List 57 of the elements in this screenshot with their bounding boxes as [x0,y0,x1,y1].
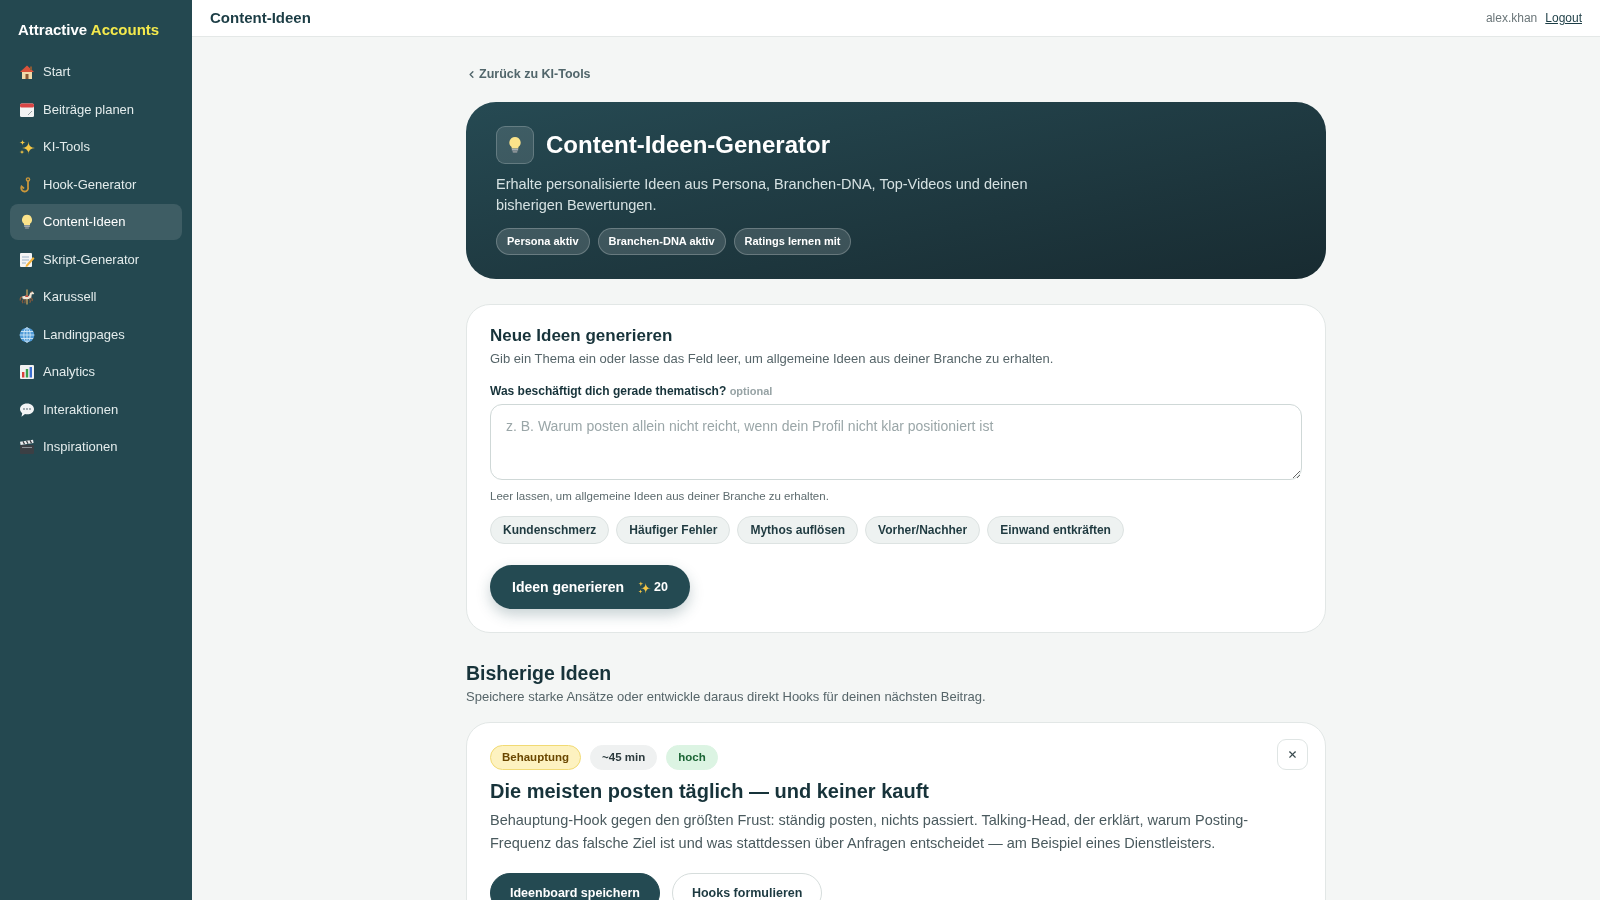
suggestion-chip[interactable]: Einwand entkräften [987,516,1124,544]
idea-action-button[interactable]: Ideenboard speichern [490,873,660,900]
section-heading: Neue Ideen generieren [490,326,674,346]
section-heading: Bisherige Ideen [466,661,613,685]
status-tag: Branchen-DNA aktiv [597,228,726,255]
idea-description: Behauptung-Hook gegen den größten Frust: ständig posten, nichts passiert. Talking-Head, der erklärt, warum Posting-Frequenz das falsche Ziel ist und was stattdessen über Anfragen entscheidet — am Beispiel eines Dienstleisters. [490,811,1250,853]
sidebar-item[interactable]: Content-Ideen [10,204,182,240]
status-tag: Persona aktiv [496,228,590,255]
idea-badge: ~45 min [590,745,658,770]
app-logo: Attractive Accounts [17,20,161,40]
bar-chart-icon [19,364,35,380]
suggestion-chip[interactable]: Mythos auflösen [737,516,859,544]
sidebar-item[interactable]: Analytics [10,354,182,390]
idea-title: Die meisten posten täglich — und keiner kauft [490,779,930,804]
sidebar-item[interactable]: Landingpages [10,316,182,353]
sidebar-item[interactable]: KI-Tools [10,129,182,165]
memo-icon [19,251,35,268]
clapperboard-icon [19,439,35,455]
close-icon [1287,749,1298,760]
username: alex.khan [1485,10,1538,27]
sidebar-item[interactable]: Skript-Generator [10,241,182,278]
generate-button[interactable]: Ideen generieren 20 [490,565,690,609]
horse-icon [19,289,35,305]
sidebar-item[interactable]: Beiträge planen [10,91,182,128]
lightbulb-icon [19,214,35,230]
topic-input[interactable]: z. B. Warum posten allein nicht reicht, wenn dein Profil nicht klar positioniert ist [490,404,1302,480]
hero-title: Content-Ideen-Generator [546,130,830,160]
speech-bubble-icon [19,401,35,418]
close-button[interactable] [1277,739,1308,770]
sidebar-item[interactable]: Hook-Generator [10,166,182,203]
field-label: Was beschäftigt dich gerade thematisch? optional [490,383,774,399]
lightbulb-icon [496,126,534,164]
page-title: Content-Ideen [210,7,311,28]
hero-description: Erhalte personalisierte Ideen aus Persona, Branchen-DNA, Top-Videos und deinen bisherigen Bewertungen. [496,175,1029,215]
credit-count: 20 [654,578,668,596]
field-hint: Leer lassen, um allgemeine Ideen aus deiner Branche zu erhalten. [490,489,830,504]
suggestion-chip[interactable]: Häufiger Fehler [616,516,731,544]
idea-badge: hoch [666,745,718,770]
sidebar-item[interactable]: Karussell [10,279,182,315]
sidebar-item[interactable]: Inspirationen [10,429,182,465]
sidebar-item[interactable]: Start [10,54,182,90]
idea-action-button[interactable]: Hooks formulieren [671,873,823,900]
suggestion-chip[interactable]: Vorher/Nachher [865,516,981,544]
sparkles-icon [19,139,35,155]
sidebar-item[interactable]: Interaktionen [10,391,182,428]
house-icon [19,64,35,80]
logout-link[interactable]: Logout [1545,9,1582,27]
calendar-icon [19,101,35,118]
section-description: Speichere starke Ansätze oder entwickle daraus direkt Hooks für deinen nächsten Beitrag. [466,688,987,706]
generate-label: Ideen generieren [512,577,625,597]
globe-icon [19,326,35,343]
sparkles-icon [638,580,652,594]
suggestion-chip[interactable]: Kundenschmerz [490,516,610,544]
idea-badge: Behauptung [490,745,582,770]
status-tag: Ratings lernen mit [733,228,852,255]
back-link[interactable]: Zurück zu KI-Tools [466,66,591,83]
section-description: Gib ein Thema ein oder lasse das Feld leer, um allgemeine Ideen aus deiner Branche zu erhalten. [490,350,1055,368]
